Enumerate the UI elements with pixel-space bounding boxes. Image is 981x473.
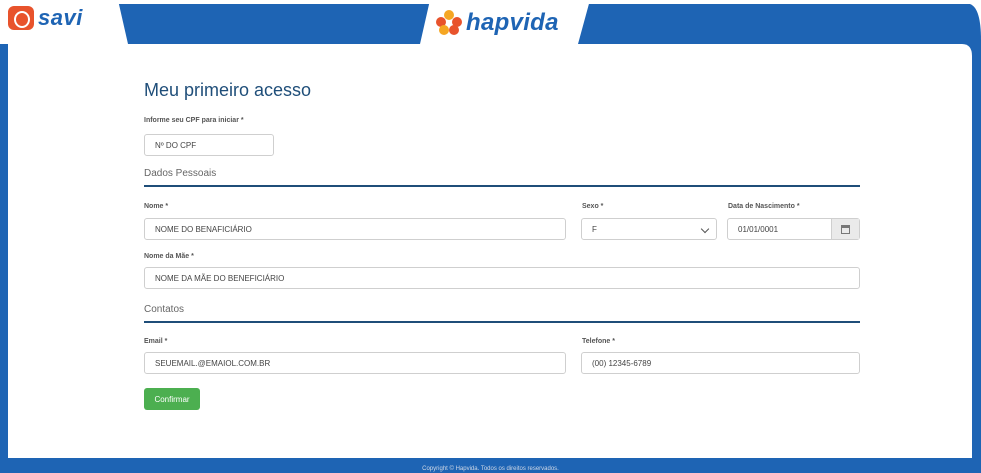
nome-label: Nome * — [144, 203, 169, 210]
nascimento-label: Data de Nascimento * — [728, 203, 800, 210]
section-personal-divider — [144, 185, 860, 187]
savi-brand-text: savi — [38, 5, 83, 30]
section-contacts-divider — [144, 321, 860, 323]
sexo-value: F — [592, 224, 597, 234]
telefone-label: Telefone * — [582, 338, 615, 345]
calendar-button[interactable] — [831, 219, 859, 239]
email-value: SEUEMAIL.@EMAIOL.COM.BR — [155, 358, 271, 368]
savi-fingerprint-icon — [8, 6, 34, 30]
page-title: Meu primeiro acesso — [144, 80, 312, 100]
hapvida-flower-icon — [436, 10, 462, 36]
footer-copyright: Copyright © Hapvida. Todos os direitos r… — [422, 466, 559, 472]
calendar-icon — [841, 224, 850, 234]
mae-value: NOME DA MÃE DO BENEFICIÁRIO — [155, 273, 285, 283]
section-contacts-title: Contatos — [144, 304, 185, 315]
hapvida-logo: hapvida — [436, 9, 559, 37]
cpf-input[interactable]: Nº DO CPF — [144, 134, 274, 156]
email-input[interactable]: SEUEMAIL.@EMAIOL.COM.BR — [144, 352, 566, 374]
nome-input[interactable]: NOME DO BENAFICIÁRIO — [144, 218, 566, 240]
cpf-value: Nº DO CPF — [155, 140, 197, 150]
nascimento-value: 01/01/0001 — [738, 224, 779, 234]
telefone-input[interactable]: (00) 12345-6789 — [581, 352, 860, 374]
nome-value: NOME DO BENAFICIÁRIO — [155, 224, 252, 234]
confirm-button[interactable]: Confirmar — [144, 388, 200, 410]
chevron-down-icon — [700, 224, 710, 234]
sexo-select[interactable]: F — [581, 218, 717, 240]
hapvida-brand-text: hapvida — [466, 9, 559, 36]
telefone-value: (00) 12345-6789 — [592, 358, 652, 368]
section-personal-title: Dados Pessoais — [144, 168, 217, 179]
savi-logo[interactable]: savi — [8, 5, 83, 31]
cpf-label: Informe seu CPF para iniciar * — [144, 117, 244, 124]
mae-label: Nome da Mãe * — [144, 253, 194, 260]
nascimento-input[interactable]: 01/01/0001 — [727, 218, 860, 240]
email-label: Email * — [144, 338, 168, 345]
mae-input[interactable]: NOME DA MÃE DO BENEFICIÁRIO — [144, 267, 860, 289]
sexo-label: Sexo * — [582, 203, 604, 210]
